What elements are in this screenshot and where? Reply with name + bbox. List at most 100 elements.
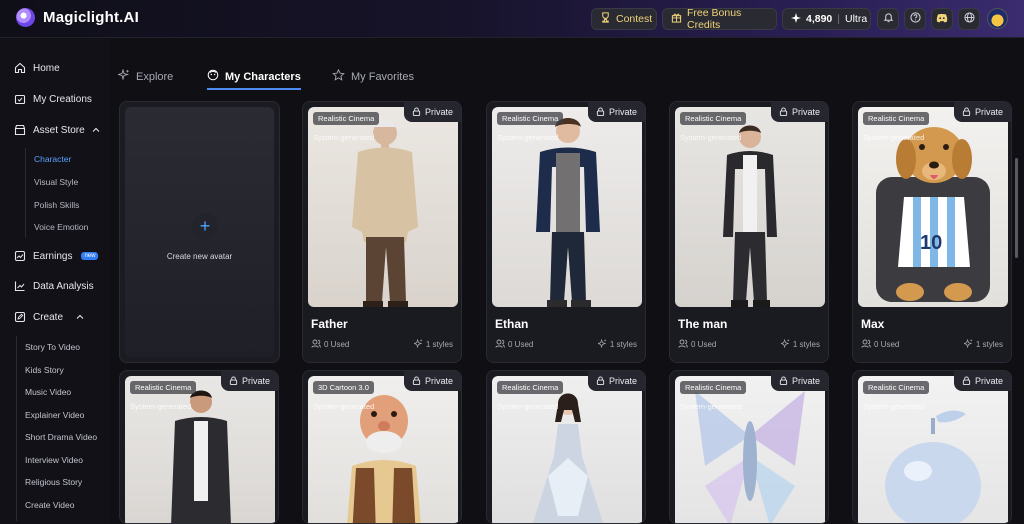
notifications-button[interactable]	[877, 8, 899, 30]
sidebar-item-create[interactable]: Create	[14, 311, 84, 323]
crystal-dress-woman-illustration	[532, 393, 604, 523]
create-sub-divider	[16, 336, 17, 521]
system-generated-label: System-generated	[313, 402, 375, 411]
private-badge: Private	[587, 371, 645, 391]
tab-my-characters[interactable]: My Characters	[207, 69, 301, 84]
sidebar-sub-polish-skills[interactable]: Polish Skills	[34, 200, 79, 210]
sidebar-label-earnings: Earnings	[33, 250, 73, 262]
sidebar-item-data-analysis[interactable]: Data Analysis	[14, 280, 94, 292]
sidebar-sub-kids-story[interactable]: Kids Story	[25, 365, 64, 375]
character-thumbnail	[675, 376, 825, 523]
character-card[interactable]: Realistic Cinema System-generated Privat…	[486, 370, 646, 524]
man-in-black-suit-illustration	[171, 390, 231, 523]
sidebar-sub-religious-story[interactable]: Religious Story	[25, 477, 82, 487]
plus-icon[interactable]: +	[192, 213, 218, 239]
credits-separator: |	[837, 13, 841, 25]
users-icon	[495, 339, 505, 350]
character-card[interactable]: Realistic Cinema System-generated Privat…	[852, 370, 1012, 524]
app-name: Magiclight.AI	[43, 9, 139, 26]
scrollbar-thumb[interactable]	[1015, 158, 1018, 258]
sidebar-sub-explainer-video[interactable]: Explainer Video	[25, 410, 84, 420]
tab-my-characters-label: My Characters	[225, 70, 301, 83]
private-badge: Private	[587, 102, 645, 122]
language-button[interactable]	[958, 8, 980, 30]
user-avatar[interactable]	[987, 8, 1008, 29]
style-tag: Realistic Cinema	[680, 381, 747, 394]
free-bonus-credits-button[interactable]: Free Bonus Credits	[662, 7, 777, 31]
tab-explore-label: Explore	[136, 70, 174, 83]
sidebar-item-asset-store[interactable]: Asset Store	[14, 124, 100, 136]
sidebar-item-home[interactable]: Home	[14, 62, 60, 74]
contest-label: Contest	[616, 13, 653, 25]
sparkle-icon	[412, 338, 423, 350]
usage-count: 0 Used	[861, 339, 899, 350]
sidebar-sub-create-video[interactable]: Create Video	[25, 500, 74, 510]
private-badge: Private	[403, 102, 461, 122]
character-card[interactable]: Realistic Cinema System-generated Privat…	[302, 101, 462, 363]
character-thumbnail	[492, 376, 642, 523]
sidebar-item-earnings[interactable]: Earnings new	[14, 250, 99, 262]
private-badge: Private	[403, 371, 461, 391]
character-card[interactable]: Realistic Cinema System-generated Privat…	[486, 101, 646, 363]
private-badge: Private	[953, 371, 1011, 391]
star-icon	[332, 68, 345, 84]
character-card[interactable]: Realistic Cinema System-generated Privat…	[669, 370, 829, 524]
character-card[interactable]: Realistic Cinema System-generated Privat…	[119, 370, 279, 524]
active-tab-indicator	[207, 88, 301, 90]
style-tag: Realistic Cinema	[863, 112, 930, 125]
lock-icon	[596, 375, 605, 387]
styles-label: 1 styles	[609, 340, 637, 349]
styles-count: 1 styles	[596, 338, 637, 350]
system-generated-label: System-generated	[497, 402, 559, 411]
discord-button[interactable]	[931, 8, 953, 30]
lock-icon	[596, 106, 605, 118]
usage-label: 0 Used	[324, 340, 350, 349]
earnings-icon	[14, 250, 26, 262]
tab-explore[interactable]: Explore	[116, 68, 174, 84]
users-icon	[861, 339, 871, 350]
crystal-apple-illustration	[885, 410, 981, 523]
character-card[interactable]: 3D Cartoon 3.0 System-generated Private	[302, 370, 462, 524]
character-card[interactable]: Realistic Cinema System-generated Privat…	[669, 101, 829, 363]
lock-icon	[962, 375, 971, 387]
character-card[interactable]: 10 Realistic Cinema System-generated Pri…	[852, 101, 1012, 363]
sidebar-sub-character[interactable]: Character	[34, 154, 71, 164]
usage-label: 0 Used	[874, 340, 900, 349]
sidebar-sub-music-video[interactable]: Music Video	[25, 387, 71, 397]
tab-my-favorites[interactable]: My Favorites	[332, 68, 414, 84]
system-generated-label: System-generated	[313, 133, 375, 142]
private-badge: Private	[953, 102, 1011, 122]
lock-icon	[779, 106, 788, 118]
sidebar-sub-voice-emotion[interactable]: Voice Emotion	[34, 222, 88, 232]
sidebar-sub-interview-video[interactable]: Interview Video	[25, 455, 83, 465]
styles-count: 1 styles	[412, 338, 453, 350]
private-badge: Private	[770, 102, 828, 122]
system-generated-label: System-generated	[130, 402, 192, 411]
contest-button[interactable]: Contest	[591, 8, 657, 30]
sidebar-item-my-creations[interactable]: My Creations	[14, 93, 92, 105]
sidebar-sub-story-to-video[interactable]: Story To Video	[25, 342, 80, 352]
character-thumbnail	[125, 376, 275, 523]
tab-my-favorites-label: My Favorites	[351, 70, 414, 83]
cartoon-grandpa-illustration	[347, 395, 421, 523]
sidebar-sub-short-drama-video[interactable]: Short Drama Video	[25, 432, 97, 442]
sidebar: Home My Creations Asset Store Character …	[0, 39, 110, 524]
svg-text:10: 10	[920, 232, 942, 254]
system-generated-label: System-generated	[863, 133, 925, 142]
character-name: The man	[678, 317, 728, 331]
system-generated-label: System-generated	[497, 133, 559, 142]
chart-icon	[14, 280, 26, 292]
help-icon	[909, 10, 921, 28]
credits-plan-button[interactable]: 4,890 | Ultra	[782, 8, 871, 30]
create-new-avatar-card[interactable]: + Create new avatar	[119, 101, 280, 363]
asset-sub-divider	[25, 148, 26, 238]
app-logo[interactable]: Magiclight.AI	[16, 8, 139, 27]
sidebar-sub-visual-style[interactable]: Visual Style	[34, 177, 78, 187]
help-button[interactable]	[904, 8, 926, 30]
styles-label: 1 styles	[975, 340, 1003, 349]
sidebar-label-home: Home	[33, 62, 60, 74]
usage-count: 0 Used	[311, 339, 349, 350]
character-name: Ethan	[495, 317, 529, 331]
character-name: Father	[311, 317, 348, 331]
private-label: Private	[791, 376, 820, 386]
